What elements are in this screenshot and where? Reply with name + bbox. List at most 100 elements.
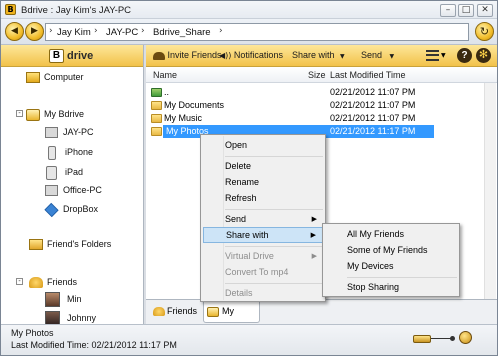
tree-item-my-bdrive[interactable]: My Bdrive [26,107,84,122]
menu-item-convert-mp4: Convert To mp4 [225,267,289,277]
collapse-toggle-icon[interactable]: - [16,278,23,285]
back-button[interactable]: ◀ [5,22,24,41]
tab-friends[interactable]: Friends [150,302,202,323]
submenu-item-stop-sharing[interactable]: Stop Sharing [325,279,457,295]
tree-item-ipad[interactable]: iPad [45,165,83,180]
breadcrumb-bdrive-share[interactable]: Bdrive_Share [153,27,211,38]
globe-icon [459,331,472,344]
chevron-right-icon[interactable]: › [94,26,98,36]
tree-label: Office-PC [63,185,102,195]
address-bar: ◀ ▶ › Jay Kim › JAY-PC › Bdrive_Share › … [1,19,497,45]
tree-item-office-pc[interactable]: Office-PC [45,183,102,198]
send-label: Send [361,50,383,60]
menu-item-rename[interactable]: Rename [203,174,323,190]
minimize-button[interactable]: – [440,4,456,17]
submenu-item-my-devices[interactable]: My Devices [325,258,457,274]
menu-item-open[interactable]: Open [203,137,323,153]
menu-item-share-with[interactable]: Share with ▶ [203,227,323,243]
breadcrumb-root-chevron-icon[interactable]: › [49,26,53,36]
share-with-label: Share with [292,50,335,60]
table-row[interactable]: My Music 02/21/2012 11:07 PM [146,112,436,125]
tree-label: JAY-PC [63,127,94,137]
chevron-right-icon[interactable]: › [219,26,223,36]
notifications-button[interactable]: ◀)) Notifications [219,50,283,60]
column-header-size[interactable]: Size [308,70,326,80]
status-item-name: My Photos [11,328,54,338]
settings-button[interactable]: ✻ [476,48,491,63]
submenu-item-all-friends[interactable]: All My Friends [325,226,457,242]
folder-icon [151,127,162,136]
breadcrumb[interactable]: › Jay Kim › JAY-PC › Bdrive_Share › [45,23,469,41]
tree-item-min[interactable]: Min [45,292,82,308]
tree-item-dropbox[interactable]: DropBox [44,202,99,217]
file-date: 02/21/2012 11:17 PM [326,125,434,138]
chevron-down-icon[interactable]: ▼ [441,52,446,59]
breadcrumb-jay-pc[interactable]: JAY-PC [106,27,138,38]
invite-friends-button[interactable]: Invite Friends [153,50,222,60]
tree-item-friends[interactable]: Friends [29,275,77,290]
tree-item-friends-folders[interactable]: Friend's Folders [29,237,111,252]
column-header-modified[interactable]: Last Modified Time [330,70,406,80]
forward-button[interactable]: ▶ [25,22,44,41]
view-options-button[interactable] [426,50,439,61]
menu-item-refresh[interactable]: Refresh [203,190,323,206]
speaker-icon: ◀)) [219,51,232,60]
toolbar: Invite Friends ◀)) Notifications Share w… [146,45,497,67]
tree-label: Johnny [67,313,97,323]
tab-my-bdrive[interactable]: My Bdrive [203,302,260,335]
tree-label: DropBox [63,204,99,214]
menu-item-delete[interactable]: Delete [203,158,323,174]
friends-icon [29,277,43,289]
tab-bar: Friends My Bdrive [146,299,497,335]
menu-item-virtual-drive: Virtual Drive ▶ [203,248,323,264]
send-menu-button[interactable]: Send ▼ [361,50,394,60]
collapse-toggle-icon[interactable]: - [16,110,23,117]
tree-label: iPhone [65,147,94,157]
folder-icon [151,114,162,123]
pc-icon [45,127,58,139]
submenu-item-some-friends[interactable]: Some of My Friends [325,242,457,258]
submenu-arrow-icon: ▶ [311,215,317,223]
title-bar: B Bdrive : Jay Kim's JAY-PC – □ ✕ [1,1,497,19]
refresh-button[interactable]: ↻ [475,22,494,41]
maximize-button[interactable]: □ [458,4,474,17]
breadcrumb-jay-kim[interactable]: Jay Kim [57,27,91,38]
close-button[interactable]: ✕ [477,4,493,17]
tab-label: Friends [167,306,198,316]
tree-item-computer[interactable]: Computer [26,70,84,85]
gear-icon: ✻ [478,48,489,61]
column-header-row: Name Size Last Modified Time [146,67,497,83]
tree-item-jay-pc[interactable]: JAY-PC [45,125,94,140]
up-folder-icon [151,88,162,97]
menu-separator [225,156,323,157]
share-with-menu-button[interactable]: Share with ▼ [292,50,345,60]
maximize-icon: □ [461,5,471,15]
brand-header: B drive [1,45,143,67]
help-icon: ? [461,50,468,61]
sidebar-tree: B drive Computer - My Bdrive JAY-PC iPho… [1,45,144,328]
chevron-right-icon[interactable]: › [141,26,145,36]
table-row[interactable]: My Documents 02/21/2012 11:07 PM [146,99,436,112]
submenu-arrow-icon: ▶ [311,252,317,260]
column-header-name[interactable]: Name [153,70,177,80]
submenu-arrow-icon: ▶ [310,231,316,239]
menu-item-details: Details [225,288,253,298]
refresh-icon: ↻ [479,25,490,38]
back-arrow-icon: ◀ [11,26,18,36]
menu-item-label: Send [225,214,247,224]
menu-separator [225,283,323,284]
tree-item-iphone[interactable]: iPhone [45,145,93,160]
help-button[interactable]: ? [457,48,472,63]
file-date: 02/21/2012 11:07 PM [330,113,416,123]
table-row[interactable]: .. 02/21/2012 11:07 PM [146,86,436,99]
bdrive-icon [26,108,40,121]
vertical-scrollbar[interactable] [484,83,496,299]
menu-item-label: Share with [226,230,269,240]
menu-separator [347,277,457,278]
menu-separator [225,209,323,210]
forward-arrow-icon: ▶ [31,26,38,36]
menu-item-send[interactable]: Send ▶ [203,211,323,227]
file-name: My Documents [164,100,225,110]
folder-icon [151,101,162,110]
file-name: .. [164,87,170,97]
